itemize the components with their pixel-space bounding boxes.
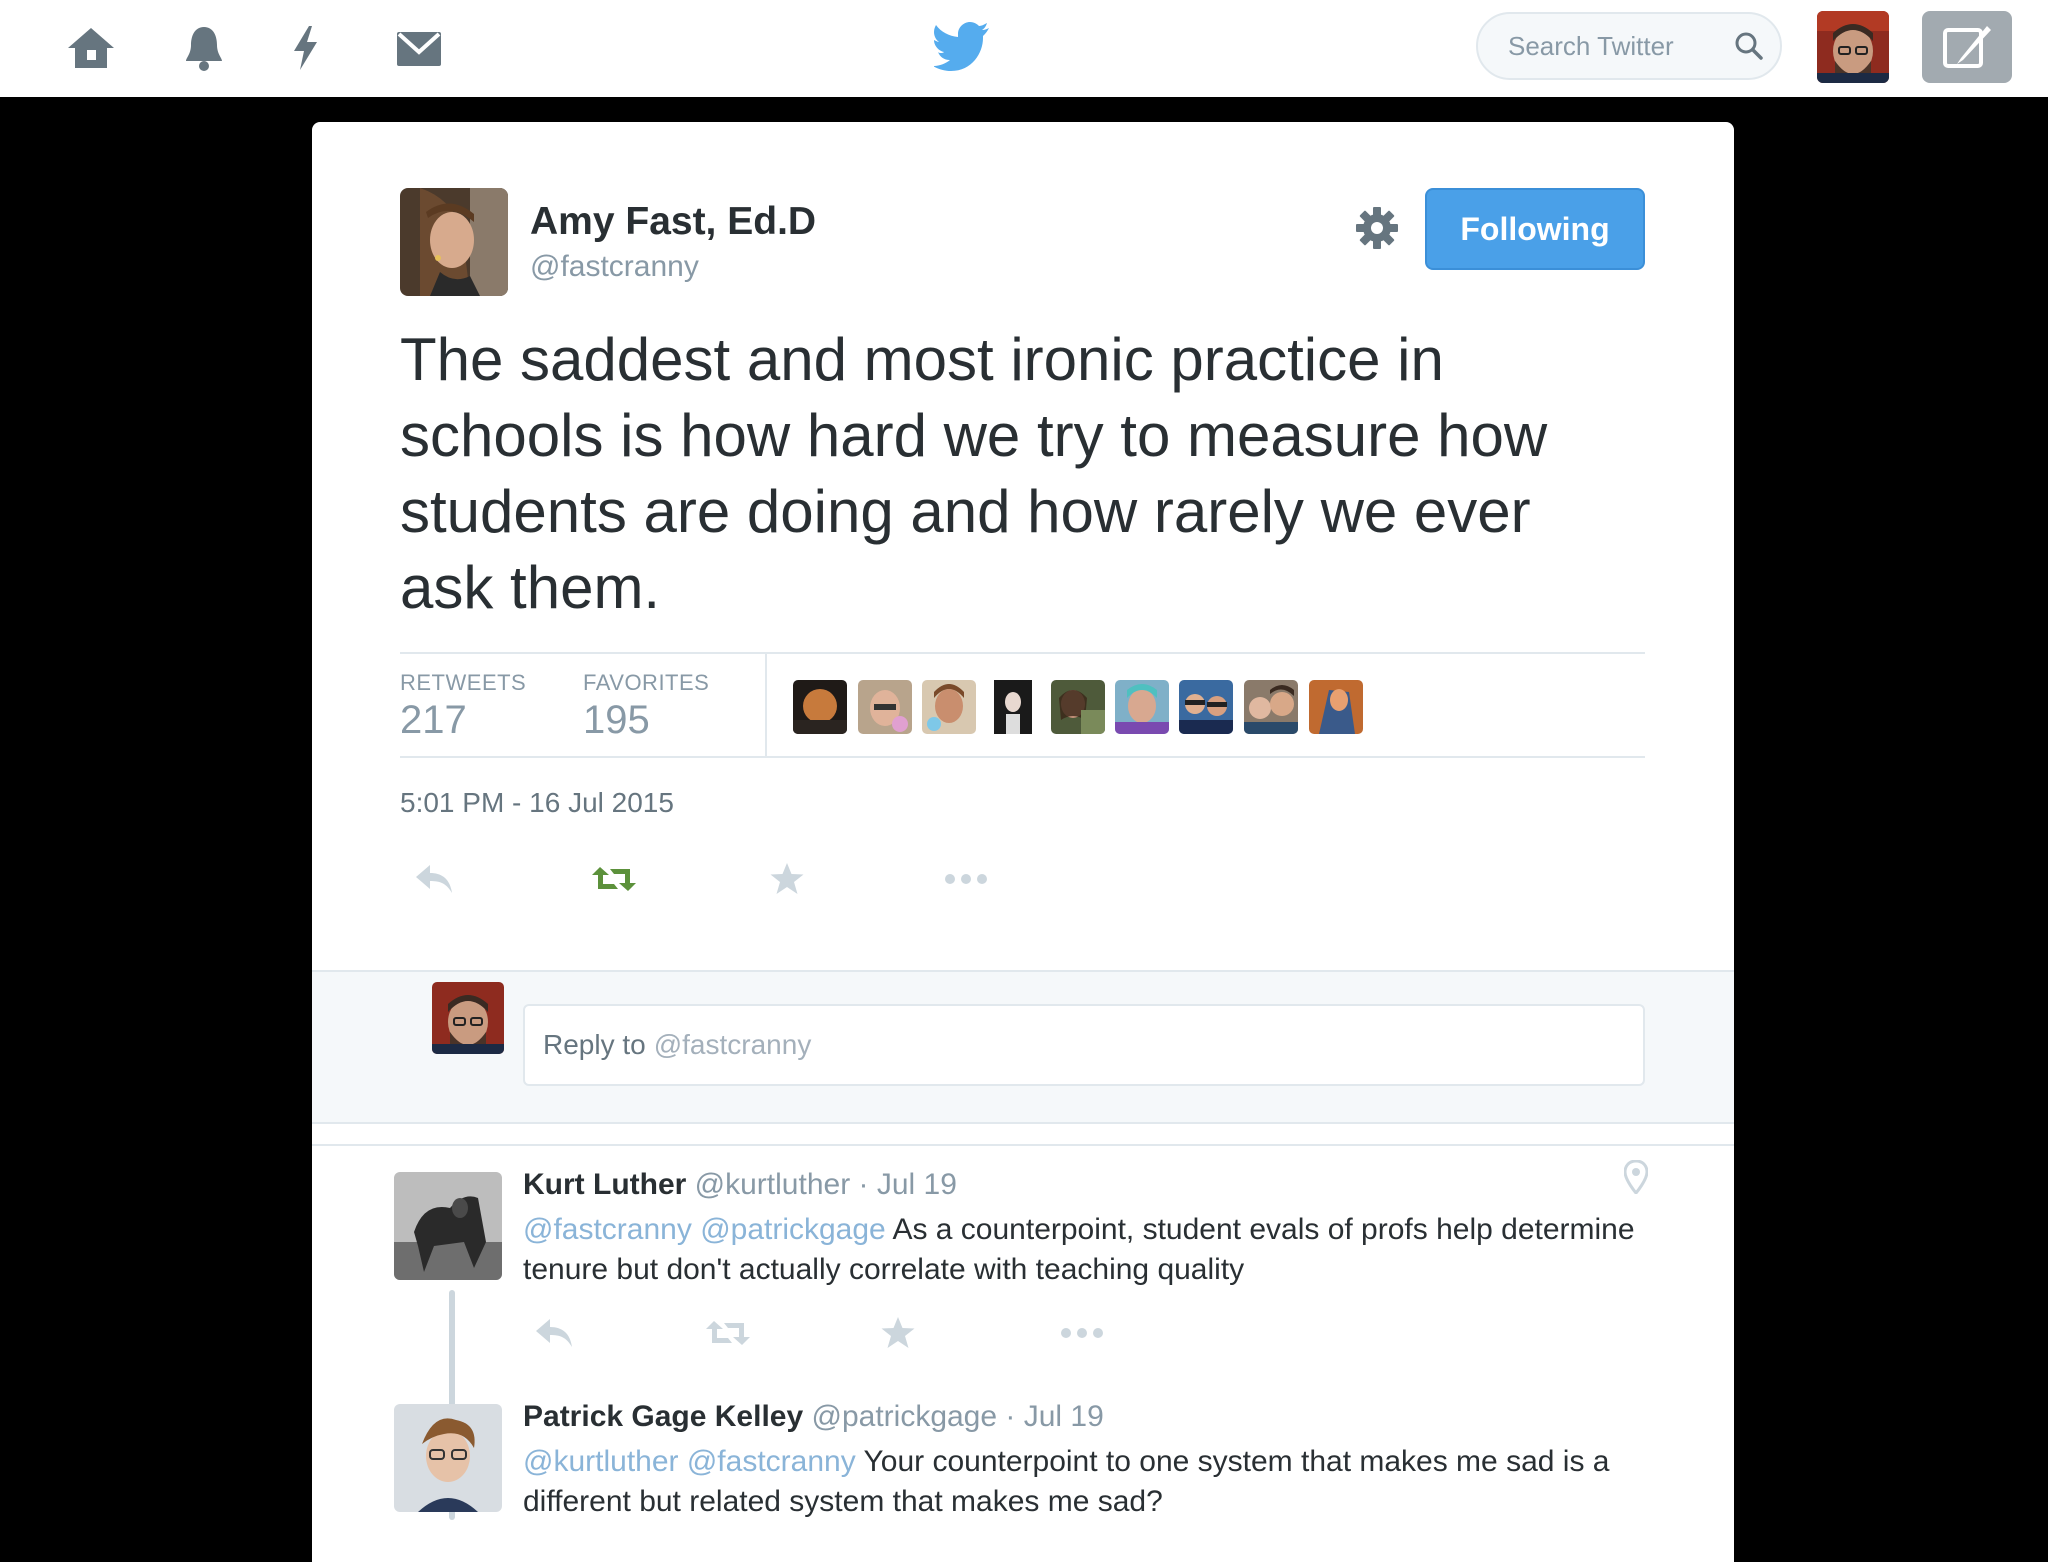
favoriter-avatar[interactable] [986,680,1040,734]
tweet-timestamp[interactable]: 5:01 PM - 16 Jul 2015 [400,787,674,819]
current-user-avatar [432,982,504,1054]
favoriter-avatar[interactable] [1244,680,1298,734]
reply-header: Kurt Luther @kurtluther · Jul 19 [523,1168,957,1202]
favoriter-avatar[interactable] [1309,680,1363,734]
search-icon[interactable] [1734,31,1764,61]
reply-header: Patrick Gage Kelley @patrickgage · Jul 1… [523,1400,1104,1434]
retweets-label: RETWEETS [400,670,527,695]
favoriter-avatar[interactable] [1179,680,1233,734]
reply-icon[interactable] [524,1308,584,1358]
retweet-icon[interactable] [698,1308,758,1358]
settings-gear-icon[interactable] [1353,204,1401,252]
reply-author-avatar[interactable] [394,1172,502,1280]
discover-icon[interactable] [276,20,334,76]
account-avatar[interactable] [1817,11,1889,83]
reply-mentions[interactable]: @fastcranny @patrickgage [523,1213,886,1246]
divider [765,654,767,756]
reply-handle-date[interactable]: @kurtluther · Jul 19 [695,1168,957,1201]
favoriter-avatar[interactable] [1051,680,1105,734]
divider [400,652,1645,654]
reply-author-name[interactable]: Kurt Luther [523,1168,686,1201]
more-icon[interactable] [1052,1308,1112,1358]
favoriter-avatar[interactable] [922,680,976,734]
reply-prefix: Reply to [543,1029,646,1060]
messages-icon[interactable] [390,20,448,76]
search-input[interactable] [1506,29,1734,63]
author-avatar[interactable] [400,188,508,296]
following-button[interactable]: Following [1425,188,1645,270]
notifications-icon[interactable] [175,20,233,76]
reply-author-name[interactable]: Patrick Gage Kelley [523,1400,803,1433]
divider [312,1144,1734,1146]
favorite-icon[interactable] [868,1308,928,1358]
favoriter-avatar[interactable] [1115,680,1169,734]
reply-icon[interactable] [404,854,464,904]
author-name[interactable]: Amy Fast, Ed.D [530,200,816,244]
favoriter-avatar[interactable] [858,680,912,734]
more-icon[interactable] [936,854,996,904]
favoriter-avatar[interactable] [793,680,847,734]
search-box[interactable] [1476,12,1782,80]
author-handle[interactable]: @fastcranny [530,250,699,284]
tweet-permalink-card: Amy Fast, Ed.D @fastcranny Following The… [312,122,1734,1562]
retweet-icon[interactable] [584,854,644,904]
reply-handle-date[interactable]: @patrickgage · Jul 19 [812,1400,1104,1433]
retweets-count[interactable]: 217 [400,698,467,743]
reply-input[interactable]: Reply to @fastcranny [523,1004,1645,1086]
reply-handle: @fastcranny [653,1029,812,1060]
compose-tweet-button[interactable] [1922,11,2012,83]
reply-author-avatar[interactable] [394,1404,502,1512]
home-icon[interactable] [62,20,120,76]
reply-text: @fastcranny @patrickgage As a counterpoi… [523,1210,1673,1290]
top-navigation-bar [0,0,2048,97]
twitter-bird-icon[interactable] [934,22,990,72]
divider [400,756,1645,758]
tweet-text: The saddest and most ironic practice in … [400,326,1548,621]
favorite-icon[interactable] [757,854,817,904]
favorites-count[interactable]: 195 [583,698,650,743]
location-pin-icon [1624,1160,1648,1194]
reply-text: @kurtluther @fastcranny Your counterpoin… [523,1442,1673,1522]
favorites-label: FAVORITES [583,670,710,695]
compose-tweet-icon [1943,26,1991,68]
reply-mentions[interactable]: @kurtluther @fastcranny [523,1445,856,1478]
